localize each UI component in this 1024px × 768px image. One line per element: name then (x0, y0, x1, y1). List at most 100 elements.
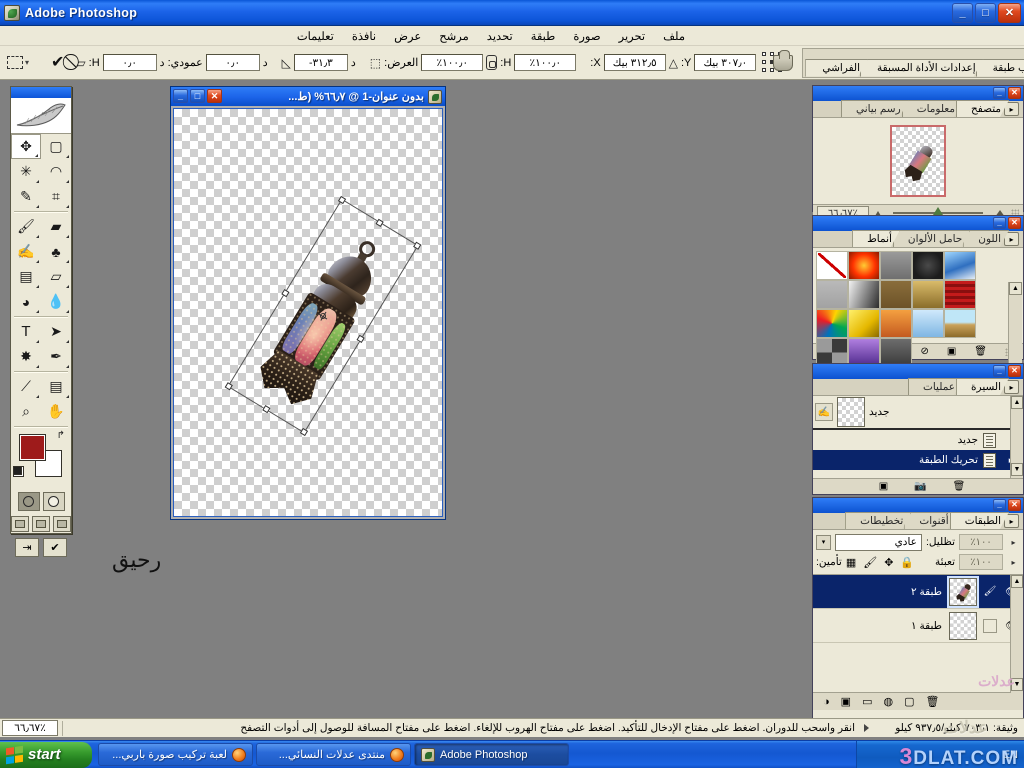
tool-magic-wand[interactable]: ✳ (11, 159, 41, 184)
tool-healing-brush[interactable]: ▰ (41, 214, 71, 239)
tool-marquee[interactable]: ▢ (41, 134, 71, 159)
transform-handle-bottom-left[interactable] (224, 382, 233, 391)
flat-gray-style[interactable] (816, 280, 848, 309)
ice-blue-style[interactable] (912, 309, 944, 338)
history-snapshot-row[interactable]: ✍ جديد (813, 396, 1023, 430)
history-state-move-layer[interactable]: ▸ تحريك الطبقة (813, 450, 1023, 470)
tool-hand[interactable]: ✋ (41, 399, 71, 424)
jump-to-imageready-button[interactable]: ⇥ (15, 538, 39, 557)
layer-style-icon[interactable]: ◑ (823, 696, 830, 708)
tool-eraser[interactable]: ▱ (41, 264, 71, 289)
layers-title-bar[interactable]: _ ✕ (813, 498, 1023, 513)
lock-all-icon[interactable]: 🔒 (900, 556, 914, 569)
default-colors-icon[interactable] (13, 466, 24, 477)
delta-position-icon[interactable]: △ (669, 57, 678, 69)
history-close-button[interactable]: ✕ (1008, 365, 1021, 377)
beach-style[interactable] (944, 309, 976, 338)
toolbox-drag-handle[interactable] (11, 87, 71, 98)
navigator-zoom-slider[interactable] (893, 207, 983, 215)
quick-mask-mode-button[interactable] (42, 492, 65, 511)
tool-slice[interactable]: ✎ (11, 184, 41, 209)
rainbow-abstract-style[interactable] (816, 309, 848, 338)
menu-item-filter[interactable]: مرشح (430, 27, 478, 45)
tab-navigator[interactable]: متصفح (956, 100, 1009, 117)
new-adjustment-layer-icon[interactable]: ◍ (883, 695, 893, 708)
tool-type[interactable]: T (11, 319, 41, 344)
palette-tab-brushes[interactable]: الفراشي (805, 59, 868, 77)
gold-style[interactable] (912, 280, 944, 309)
commit-transform-button[interactable]: ✔ (51, 54, 64, 71)
tool-brush[interactable]: 🖌 (11, 214, 41, 239)
blend-mode-chevron-down-icon[interactable]: ▾ (816, 534, 831, 550)
dark-emboss-style[interactable] (912, 251, 944, 280)
history-state-new[interactable]: جديد (813, 430, 1023, 450)
silver-fade-style[interactable] (848, 280, 880, 309)
tab-swatches[interactable]: حامل الألوان (893, 230, 970, 247)
delete-layer-icon[interactable]: 🗑 (925, 695, 939, 708)
swap-colors-icon[interactable]: ↱ (57, 430, 65, 441)
transform-handle-top-right[interactable] (413, 241, 422, 250)
transform-handle-top-center[interactable] (375, 218, 384, 227)
transform-bounding-box[interactable] (224, 195, 422, 437)
tool-pen[interactable]: ✒ (41, 344, 71, 369)
rotation-angle-input[interactable]: ٣١٫٣- (293, 54, 348, 71)
new-document-from-state-icon[interactable]: ▣ (879, 481, 888, 492)
new-group-icon[interactable]: ▭ (862, 695, 872, 708)
tool-lasso[interactable]: ◠ (41, 159, 71, 184)
tool-dodge[interactable]: ◕ (11, 289, 41, 314)
layer-thumbnail-1[interactable] (949, 611, 977, 640)
history-brush-source-icon[interactable]: ✍ (815, 403, 833, 421)
opacity-chevron-icon[interactable]: ▸ (1007, 535, 1020, 549)
layer-link-cell[interactable] (979, 618, 1001, 633)
minimize-button[interactable]: _ (952, 3, 973, 23)
tab-paths[interactable]: تخطيطات (845, 512, 911, 529)
transform-handle-middle-right[interactable] (356, 334, 365, 343)
transform-handle-bottom-right[interactable] (299, 427, 309, 437)
tab-channels[interactable]: أقنوات (904, 512, 956, 529)
foreground-color-swatch[interactable] (19, 434, 46, 461)
document-title-bar[interactable]: بدون عنوان-1 @ ٦٦٫٧% (ط... _ □ ✕ (171, 87, 445, 106)
history-scrollbar[interactable]: ▲ ▼ (1010, 396, 1023, 478)
styles-title-bar[interactable]: _ ✕ (813, 216, 1023, 231)
tab-color[interactable]: اللون (963, 230, 1009, 247)
history-title-bar[interactable]: _ ✕ (813, 364, 1023, 379)
canvas[interactable] (173, 108, 443, 517)
status-popup-icon[interactable] (864, 724, 869, 732)
layers-list[interactable]: 👁 🖌 طبقة ٢ 👁 طبقة ١ ▲ (813, 574, 1023, 693)
full-screen-mode-button[interactable] (53, 516, 71, 532)
transform-pivot-icon[interactable] (316, 309, 330, 323)
new-layer-icon[interactable]: ▢ (904, 695, 914, 708)
navigator-close-button[interactable]: ✕ (1008, 87, 1021, 99)
palette-tab-tool-presets[interactable]: إعدادات الأداة المسبقة (860, 59, 984, 77)
tool-clone-stamp[interactable]: ♣ (41, 239, 71, 264)
tab-history[interactable]: السيرة (956, 378, 1009, 395)
red-stripe-style[interactable] (944, 280, 976, 309)
h-skew-input[interactable]: ٠٫٠ (205, 54, 260, 71)
full-screen-menubar-mode-button[interactable] (32, 516, 50, 532)
transform-handle-bottom-center[interactable] (262, 405, 271, 414)
tool-zoom[interactable]: ⌕ (11, 399, 41, 424)
current-tool-preset-picker[interactable] (7, 51, 23, 75)
history-list[interactable]: ✍ جديد جديد ▸ تحريك الطبقة ▲ ▼ (813, 396, 1023, 478)
tab-histogram[interactable]: رسم بياني (841, 100, 909, 117)
standard-screen-mode-button[interactable] (11, 516, 29, 532)
styles-close-button[interactable]: ✕ (1008, 217, 1021, 229)
menu-item-select[interactable]: تحديد (478, 27, 522, 45)
menu-item-view[interactable]: عرض (385, 27, 430, 45)
delete-state-icon[interactable]: 🗑 (953, 481, 966, 492)
menu-item-layer[interactable]: طبقة (522, 27, 565, 45)
menu-item-image[interactable]: صورة (564, 27, 609, 45)
styles-minimize-button[interactable]: _ (993, 217, 1006, 229)
tool-custom-shape[interactable]: ✸ (11, 344, 41, 369)
opacity-value[interactable]: ١٠٠٪ (959, 534, 1003, 550)
scale-height-input[interactable]: ١٠٠٫٠٪ (514, 54, 577, 71)
history-minimize-button[interactable]: _ (993, 365, 1006, 377)
layer-row-1[interactable]: 👁 طبقة ١ (813, 609, 1023, 643)
lock-image-pixels-icon[interactable]: 🖌 (863, 556, 877, 569)
layer-row-2[interactable]: 👁 🖌 طبقة ٢ (813, 575, 1023, 609)
add-layer-mask-icon[interactable]: ▣ (841, 695, 851, 708)
lock-transparent-pixels-icon[interactable]: ▦ (846, 556, 856, 569)
gray-bevel-style[interactable] (880, 251, 912, 280)
tool-preset-chevron-down-icon[interactable]: ▾ (25, 58, 29, 67)
tab-styles[interactable]: أنماط (852, 230, 900, 247)
